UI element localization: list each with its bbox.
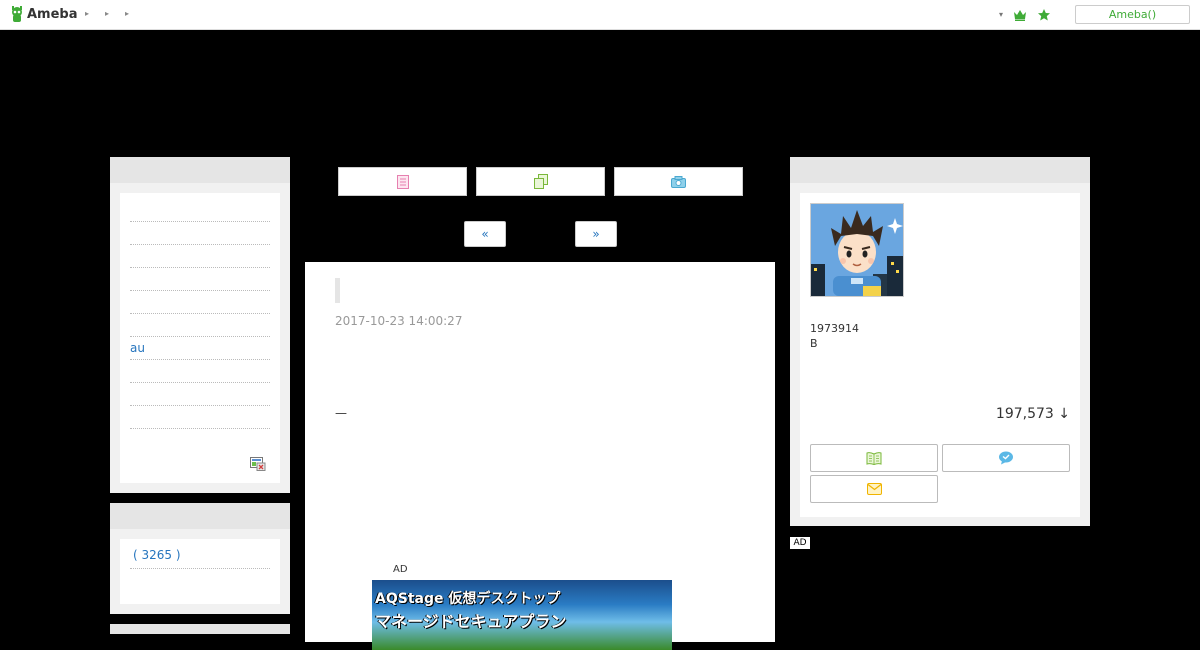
theme-panel-header <box>110 157 290 183</box>
breadcrumb-arrow[interactable]: ▸ <box>85 9 89 18</box>
list-item[interactable] <box>130 267 270 268</box>
list-icon <box>396 174 409 189</box>
prev-entry-button[interactable]: « <box>464 221 506 247</box>
next-entry-button[interactable]: » <box>575 221 617 247</box>
breadcrumb-arrow[interactable]: ▸ <box>105 9 109 18</box>
list-item[interactable] <box>130 359 270 360</box>
theme-list: au <box>120 193 280 483</box>
archive-count-link[interactable]: ( 3265 ) <box>133 548 181 562</box>
entry-date: 2017-10-23 14:00:27 <box>335 314 463 328</box>
star-icon[interactable] <box>1037 8 1051 22</box>
camera-icon <box>671 175 686 188</box>
global-header: Ameba ▸ ▸ ▸ ▾ Ameba() <box>0 0 1200 30</box>
entry-article: 2017-10-23 14:00:27 — AD AQStage 仮想デスクトッ… <box>305 262 775 650</box>
book-icon <box>866 451 882 465</box>
follow-button[interactable] <box>810 444 938 472</box>
entry-title <box>335 278 340 303</box>
list-item[interactable] <box>130 568 270 569</box>
ad-headline: AQStage 仮想デスクトップ <box>375 591 561 607</box>
sidebar-panel-partial <box>110 624 290 634</box>
archive-list: ( 3265 ) <box>120 539 280 604</box>
crown-icon[interactable] <box>1013 8 1027 22</box>
profile-panel: 1973914 B 197,573 ↓ <box>790 157 1090 526</box>
list-item[interactable] <box>130 244 270 245</box>
avatar[interactable] <box>810 203 904 297</box>
list-item[interactable] <box>130 336 270 337</box>
photo-button[interactable] <box>614 167 743 196</box>
ameba-mascot-icon <box>12 6 22 22</box>
feed-icon[interactable] <box>250 457 266 471</box>
copy-icon <box>533 174 548 189</box>
list-item[interactable] <box>130 428 270 429</box>
image-list-button[interactable] <box>476 167 605 196</box>
mail-button[interactable] <box>810 475 938 503</box>
list-item[interactable] <box>130 290 270 291</box>
list-item[interactable] <box>130 313 270 314</box>
ad-subheadline: マネージドセキュアプラン <box>375 612 567 631</box>
message-icon <box>999 451 1013 465</box>
entry-body-text: — <box>335 406 347 420</box>
profile-user-id: 1973914 <box>810 322 859 335</box>
entry-list-button[interactable] <box>338 167 467 196</box>
archive-panel: ( 3265 ) <box>110 503 290 614</box>
login-button[interactable]: Ameba() <box>1075 5 1190 24</box>
profile-avatar-image <box>811 204 903 296</box>
ameba-logo[interactable]: Ameba <box>10 6 78 22</box>
archive-panel-header <box>110 503 290 529</box>
ad-label: AD <box>393 564 408 575</box>
header-actions: ▾ Ameba() <box>999 5 1190 24</box>
profile-blood-type: B <box>810 337 818 350</box>
list-item[interactable] <box>130 382 270 383</box>
list-item[interactable] <box>130 405 270 406</box>
mail-icon <box>866 483 882 495</box>
breadcrumb-arrow[interactable]: ▸ <box>125 9 129 18</box>
reader-count: 197,573 ↓ <box>995 406 1070 422</box>
right-ad-label: AD <box>790 537 810 549</box>
logo-text: Ameba <box>27 6 78 22</box>
list-item[interactable] <box>130 221 270 222</box>
sidebar-panel-header <box>110 624 290 634</box>
message-button[interactable] <box>942 444 1070 472</box>
chevron-down-icon[interactable]: ▾ <box>999 10 1003 19</box>
profile-panel-header <box>790 157 1090 183</box>
theme-panel: au <box>110 157 290 493</box>
ad-banner[interactable]: AQStage 仮想デスクトップ マネージドセキュアプラン <box>372 580 672 650</box>
theme-link-au[interactable]: au <box>130 341 145 355</box>
